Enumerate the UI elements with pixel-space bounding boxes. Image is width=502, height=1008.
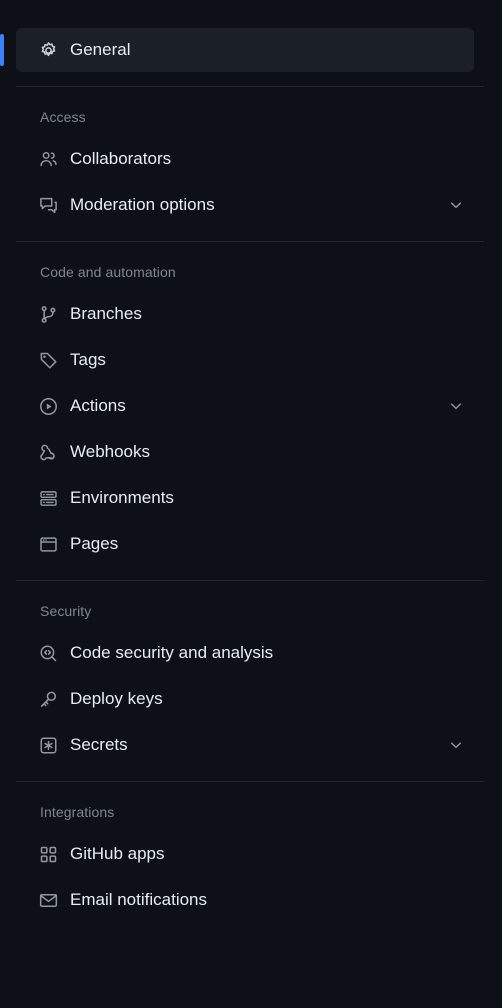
nav-group: General xyxy=(0,28,502,72)
mail-icon xyxy=(38,890,58,910)
webhook-icon xyxy=(38,442,58,462)
sidebar-item-label: Pages xyxy=(70,534,119,553)
nav-group: Security Code security and analysis Deploy… xyxy=(0,595,502,767)
sidebar-item-label: General xyxy=(70,40,131,59)
sidebar-item-label: Collaborators xyxy=(70,149,172,168)
sidebar-item-label: Actions xyxy=(70,396,126,415)
sidebar-item-actions[interactable]: Actions xyxy=(16,384,474,428)
section-divider xyxy=(16,580,484,581)
chevron-down-icon[interactable] xyxy=(448,398,464,414)
sidebar-item-label: Tags xyxy=(70,350,106,369)
sidebar-item-branches[interactable]: Branches xyxy=(16,292,474,336)
nav-group-title: Integrations xyxy=(40,804,115,820)
sidebar-item-github-apps[interactable]: GitHub apps xyxy=(16,832,474,876)
sidebar-item-label: Moderation options xyxy=(70,195,215,214)
sidebar-item-label: Code security and analysis xyxy=(70,643,274,662)
sidebar-item-general[interactable]: General xyxy=(16,28,474,72)
sidebar-item-label: Deploy keys xyxy=(70,689,163,708)
nav-group: Integrations GitHub apps Email notificatio… xyxy=(0,796,502,922)
nav-group: Code and automation Branches Tags Actions We… xyxy=(0,256,502,566)
sidebar-item-deploy-keys[interactable]: Deploy keys xyxy=(16,677,474,721)
git-branch-icon xyxy=(38,304,58,324)
tag-icon xyxy=(38,350,58,370)
comment-discussion-icon xyxy=(38,195,58,215)
apps-grid-icon xyxy=(38,844,58,864)
sidebar-item-label: Webhooks xyxy=(70,442,151,461)
sidebar-item-webhooks[interactable]: Webhooks xyxy=(16,430,474,474)
sidebar-item-email-notifications[interactable]: Email notifications xyxy=(16,878,474,922)
nav-group-title: Code and automation xyxy=(40,264,176,280)
repository-settings-sidebar: General Access Collaborators Moderation opt… xyxy=(0,0,502,1008)
server-icon xyxy=(38,488,58,508)
sidebar-item-secrets[interactable]: Secrets xyxy=(16,723,474,767)
sidebar-top-spacer xyxy=(0,0,502,26)
sidebar-item-label: Email notifications xyxy=(70,890,208,909)
chevron-down-icon[interactable] xyxy=(448,737,464,753)
sidebar-item-code-security-and-analysis[interactable]: Code security and analysis xyxy=(16,631,474,675)
sidebar-item-environments[interactable]: Environments xyxy=(16,476,474,520)
sidebar-nav-list: General Access Collaborators Moderation opt… xyxy=(0,28,502,922)
play-circle-icon xyxy=(38,396,58,416)
nav-group-title: Security xyxy=(40,603,92,619)
chevron-down-icon[interactable] xyxy=(448,197,464,213)
sidebar-item-tags[interactable]: Tags xyxy=(16,338,474,382)
key-icon xyxy=(38,689,58,709)
browser-window-icon xyxy=(38,534,58,554)
section-divider xyxy=(16,781,484,782)
sidebar-item-label: Branches xyxy=(70,304,142,323)
asterisk-square-icon xyxy=(38,735,58,755)
sidebar-item-label: GitHub apps xyxy=(70,844,165,863)
sidebar-item-collaborators[interactable]: Collaborators xyxy=(16,137,474,181)
nav-group-title: Access xyxy=(40,109,86,125)
nav-group: Access Collaborators Moderation options xyxy=(0,101,502,227)
section-divider xyxy=(16,241,484,242)
sidebar-item-pages[interactable]: Pages xyxy=(16,522,474,566)
code-scan-icon xyxy=(38,643,58,663)
section-divider xyxy=(16,86,484,87)
sidebar-item-moderation-options[interactable]: Moderation options xyxy=(16,183,474,227)
people-icon xyxy=(38,149,58,169)
gear-icon xyxy=(38,40,58,60)
sidebar-item-label: Secrets xyxy=(70,735,128,754)
sidebar-item-label: Environments xyxy=(70,488,174,507)
